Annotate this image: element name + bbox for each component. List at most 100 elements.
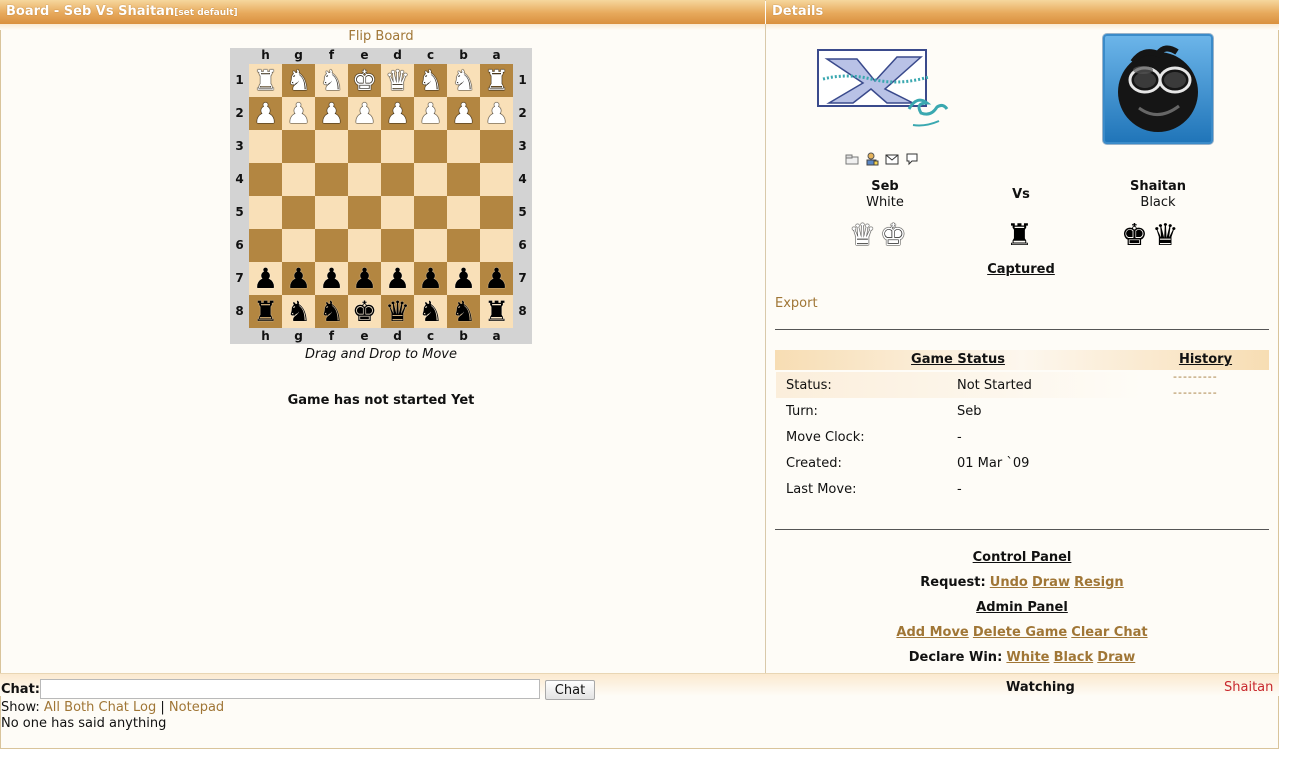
delete-game-link[interactable]: Delete Game [973, 625, 1067, 640]
black-queen-piece[interactable]: ♛ [385, 295, 410, 328]
notepad-link[interactable]: Notepad [169, 700, 224, 715]
square-h5[interactable] [249, 196, 282, 229]
square-g7[interactable]: ♟ [282, 262, 315, 295]
square-b7[interactable]: ♟ [447, 262, 480, 295]
mail-icon[interactable] [885, 152, 899, 166]
square-f5[interactable] [315, 196, 348, 229]
square-d2[interactable]: ♟ [381, 97, 414, 130]
export-link[interactable]: Export [775, 296, 818, 311]
square-h1[interactable]: ♜ [249, 64, 282, 97]
white-pawn-piece[interactable]: ♟ [286, 97, 311, 130]
square-g8[interactable]: ♞ [282, 295, 315, 328]
shaitan-avatar[interactable] [1103, 34, 1213, 144]
square-g5[interactable] [282, 196, 315, 229]
add-move-link[interactable]: Add Move [896, 625, 968, 640]
square-c6[interactable] [414, 229, 447, 262]
square-f3[interactable] [315, 130, 348, 163]
square-f1[interactable]: ♞ [315, 64, 348, 97]
square-c3[interactable] [414, 130, 447, 163]
watcher-name[interactable]: Shaitan [1224, 680, 1273, 695]
square-f6[interactable] [315, 229, 348, 262]
square-d3[interactable] [381, 130, 414, 163]
square-f2[interactable]: ♟ [315, 97, 348, 130]
black-pawn-piece[interactable]: ♟ [352, 262, 377, 295]
history-title[interactable]: History [1158, 352, 1253, 367]
white-queen-piece[interactable]: ♛ [385, 64, 410, 97]
white-knight-piece[interactable]: ♞ [418, 64, 443, 97]
white-pawn-piece[interactable]: ♟ [319, 97, 344, 130]
request-undo-link[interactable]: Undo [990, 575, 1028, 590]
square-c5[interactable] [414, 196, 447, 229]
square-e4[interactable] [348, 163, 381, 196]
declare-draw-link[interactable]: Draw [1097, 650, 1135, 665]
white-pawn-piece[interactable]: ♟ [451, 97, 476, 130]
black-knight-piece[interactable]: ♞ [451, 295, 476, 328]
square-b1[interactable]: ♞ [447, 64, 480, 97]
square-c7[interactable]: ♟ [414, 262, 447, 295]
show-chat-log-link[interactable]: Chat Log [99, 700, 157, 715]
square-c4[interactable] [414, 163, 447, 196]
black-king-piece[interactable]: ♚ [352, 295, 377, 328]
clear-chat-link[interactable]: Clear Chat [1071, 625, 1147, 640]
square-a5[interactable] [480, 196, 513, 229]
square-g2[interactable]: ♟ [282, 97, 315, 130]
black-pawn-piece[interactable]: ♟ [484, 262, 509, 295]
white-pawn-piece[interactable]: ♟ [385, 97, 410, 130]
square-e1[interactable]: ♚ [348, 64, 381, 97]
white-pawn-piece[interactable]: ♟ [352, 97, 377, 130]
square-h7[interactable]: ♟ [249, 262, 282, 295]
square-e2[interactable]: ♟ [348, 97, 381, 130]
chat-send-button[interactable]: Chat [545, 680, 595, 700]
square-e3[interactable] [348, 130, 381, 163]
user-icon[interactable] [865, 152, 879, 166]
square-b4[interactable] [447, 163, 480, 196]
square-a1[interactable]: ♜ [480, 64, 513, 97]
flip-board-link[interactable]: Flip Board [230, 29, 532, 44]
seb-avatar-logo[interactable] [817, 49, 955, 129]
square-b8[interactable]: ♞ [447, 295, 480, 328]
square-e8[interactable]: ♚ [348, 295, 381, 328]
square-g4[interactable] [282, 163, 315, 196]
chess-board[interactable]: ♜ ♞ ♞ ♚ ♛ ♞ ♞ ♜ ♟ ♟ ♟ ♟ ♟ ♟ ♟ ♟ ♟ ♟ ♟ ♟ ♟ ♟ ♟ ♟ ♜ ♞ ♞ ♚ ♛ ♞ ♞ ♜ [249, 64, 513, 328]
square-h3[interactable] [249, 130, 282, 163]
square-a8[interactable]: ♜ [480, 295, 513, 328]
black-pawn-piece[interactable]: ♟ [319, 262, 344, 295]
square-f4[interactable] [315, 163, 348, 196]
white-knight-piece[interactable]: ♞ [319, 64, 344, 97]
square-h2[interactable]: ♟ [249, 97, 282, 130]
request-draw-link[interactable]: Draw [1032, 575, 1070, 590]
set-default-link[interactable]: [set default] [174, 8, 237, 18]
square-d6[interactable] [381, 229, 414, 262]
show-both-link[interactable]: Both [64, 700, 94, 715]
square-d4[interactable] [381, 163, 414, 196]
white-king-piece[interactable]: ♚ [352, 64, 377, 97]
square-c2[interactable]: ♟ [414, 97, 447, 130]
square-a7[interactable]: ♟ [480, 262, 513, 295]
white-pawn-piece[interactable]: ♟ [484, 97, 509, 130]
black-pawn-piece[interactable]: ♟ [418, 262, 443, 295]
black-pawn-piece[interactable]: ♟ [286, 262, 311, 295]
black-rook-piece[interactable]: ♜ [253, 295, 278, 328]
square-c1[interactable]: ♞ [414, 64, 447, 97]
square-g1[interactable]: ♞ [282, 64, 315, 97]
square-d5[interactable] [381, 196, 414, 229]
square-d1[interactable]: ♛ [381, 64, 414, 97]
square-e7[interactable]: ♟ [348, 262, 381, 295]
square-f7[interactable]: ♟ [315, 262, 348, 295]
request-resign-link[interactable]: Resign [1074, 575, 1124, 590]
square-b5[interactable] [447, 196, 480, 229]
square-b6[interactable] [447, 229, 480, 262]
square-a3[interactable] [480, 130, 513, 163]
white-pawn-piece[interactable]: ♟ [253, 97, 278, 130]
white-pawn-piece[interactable]: ♟ [418, 97, 443, 130]
square-g6[interactable] [282, 229, 315, 262]
square-f8[interactable]: ♞ [315, 295, 348, 328]
square-b2[interactable]: ♟ [447, 97, 480, 130]
square-e5[interactable] [348, 196, 381, 229]
white-knight-piece[interactable]: ♞ [286, 64, 311, 97]
declare-white-link[interactable]: White [1006, 650, 1049, 665]
square-d8[interactable]: ♛ [381, 295, 414, 328]
black-knight-piece[interactable]: ♞ [319, 295, 344, 328]
black-pawn-piece[interactable]: ♟ [253, 262, 278, 295]
square-e6[interactable] [348, 229, 381, 262]
